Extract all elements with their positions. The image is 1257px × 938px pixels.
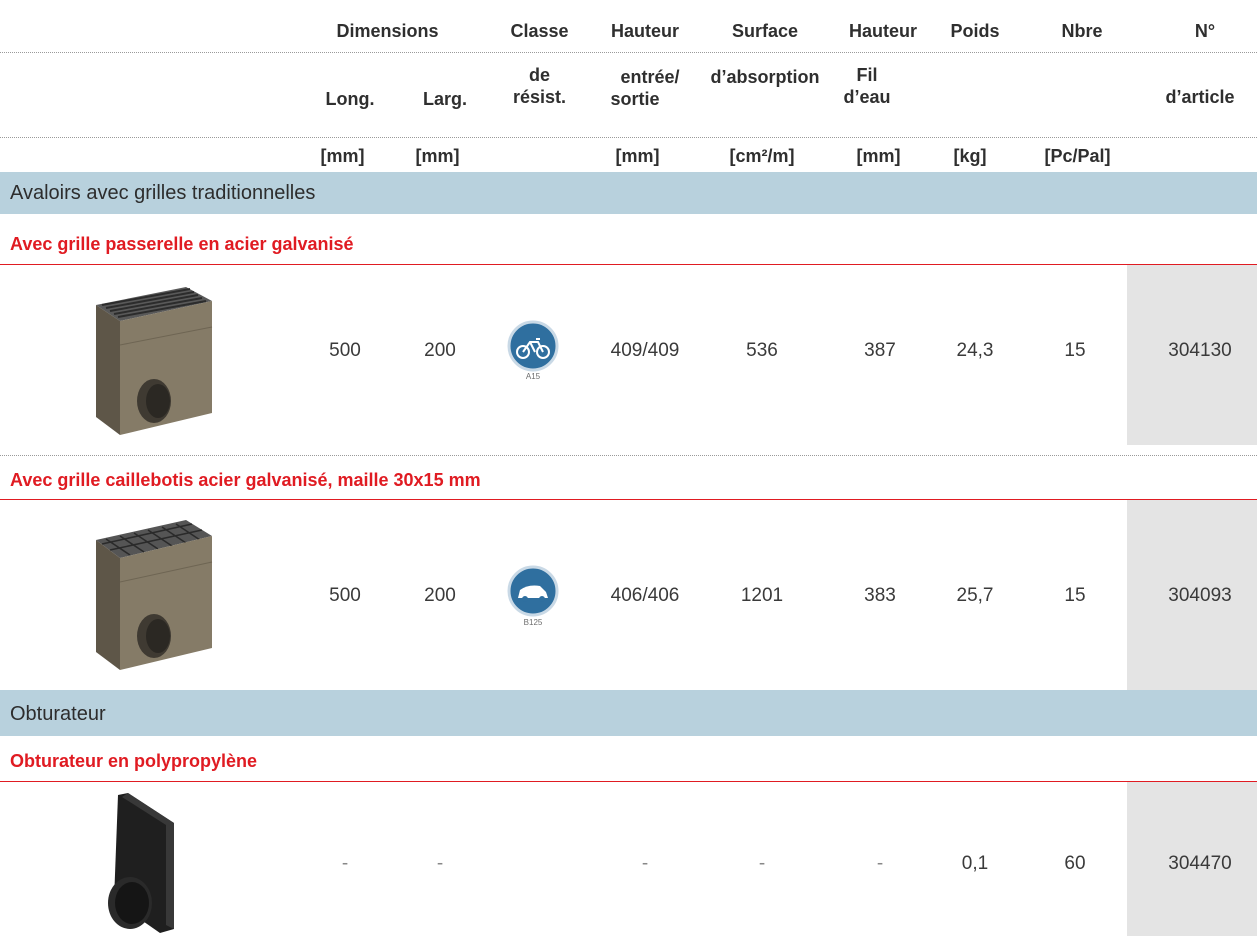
- cell-article: 304470: [1168, 853, 1232, 874]
- cell-poids: 0,1: [961, 853, 989, 874]
- cell-hauteur: 406/406: [610, 585, 680, 606]
- header-absorption: d’absorption: [710, 67, 820, 87]
- header-deau: d’eau: [843, 87, 891, 107]
- class-label: A15: [525, 372, 541, 381]
- header-long: Long.: [325, 89, 375, 109]
- cell-fil: 387: [864, 340, 896, 361]
- section-title: Obturateur: [10, 703, 106, 725]
- cell-fil: -: [876, 853, 884, 874]
- header-surface: Surface: [731, 21, 799, 41]
- header-larg: Larg.: [422, 89, 467, 109]
- cell-article: 304093: [1168, 585, 1232, 606]
- unit-surface: [cm²/m]: [729, 146, 795, 166]
- class-badge: B125: [498, 564, 568, 628]
- section-band: Avaloirs avec grilles traditionnelles: [0, 172, 1257, 214]
- header-poids: Poids: [950, 21, 1000, 41]
- cell-fil: 383: [864, 585, 896, 606]
- cell-long: 500: [329, 340, 361, 361]
- end-cap-image: [100, 793, 200, 938]
- header-article: d’article: [1165, 87, 1235, 107]
- cell-larg: 200: [424, 340, 456, 361]
- unit-nbre: [Pc/Pal]: [1044, 146, 1111, 166]
- header-nbre: Nbre: [1061, 21, 1103, 41]
- cell-long: 500: [329, 585, 361, 606]
- group-subtitle: Avec grille passerelle en acier galvanis…: [10, 234, 354, 254]
- cell-long: -: [341, 853, 349, 874]
- cell-nbre: 15: [1064, 340, 1086, 361]
- drain-channel-grate-image: [76, 285, 216, 445]
- header-hauteur: Hauteur: [610, 21, 679, 41]
- header-de: de: [528, 65, 550, 85]
- cell-poids: 24,3: [956, 340, 994, 361]
- section-band: Obturateur: [0, 690, 1257, 736]
- cell-nbre: 15: [1064, 585, 1086, 606]
- cell-nbre: 60: [1064, 853, 1086, 874]
- unit-poids: [kg]: [953, 146, 987, 166]
- class-label: B125: [523, 618, 543, 627]
- cell-hauteur: -: [641, 853, 649, 874]
- header-entree: entrée/: [620, 67, 680, 87]
- cell-hauteur: 409/409: [610, 340, 680, 361]
- header-fil: Fil: [856, 65, 878, 85]
- group-subtitle: Obturateur en polypropylène: [10, 751, 258, 771]
- cell-poids: 25,7: [956, 585, 994, 606]
- group-subtitle: Avec grille caillebotis acier galvanisé,…: [10, 470, 481, 490]
- header-hauteur-fil: Hauteur: [848, 21, 917, 41]
- unit-fil: [mm]: [856, 146, 901, 166]
- class-badge: A15: [498, 320, 568, 382]
- header-resist: résist.: [512, 87, 567, 107]
- header-sortie: sortie: [610, 89, 660, 109]
- cell-larg: -: [436, 853, 444, 874]
- header-numero: N°: [1194, 21, 1216, 41]
- cell-surface: -: [758, 853, 766, 874]
- cell-surface: 536: [746, 340, 778, 361]
- section-title: Avaloirs avec grilles traditionnelles: [10, 182, 316, 204]
- unit-larg: [mm]: [415, 146, 460, 166]
- unit-long: [mm]: [320, 146, 365, 166]
- cell-larg: 200: [424, 585, 456, 606]
- header-dimensions: Dimensions: [336, 21, 439, 41]
- cell-article: 304130: [1168, 340, 1232, 361]
- header-classe: Classe: [510, 21, 569, 41]
- unit-hauteur: [mm]: [615, 146, 660, 166]
- drain-channel-mesh-image: [76, 518, 216, 678]
- cell-surface: 1201: [740, 585, 784, 606]
